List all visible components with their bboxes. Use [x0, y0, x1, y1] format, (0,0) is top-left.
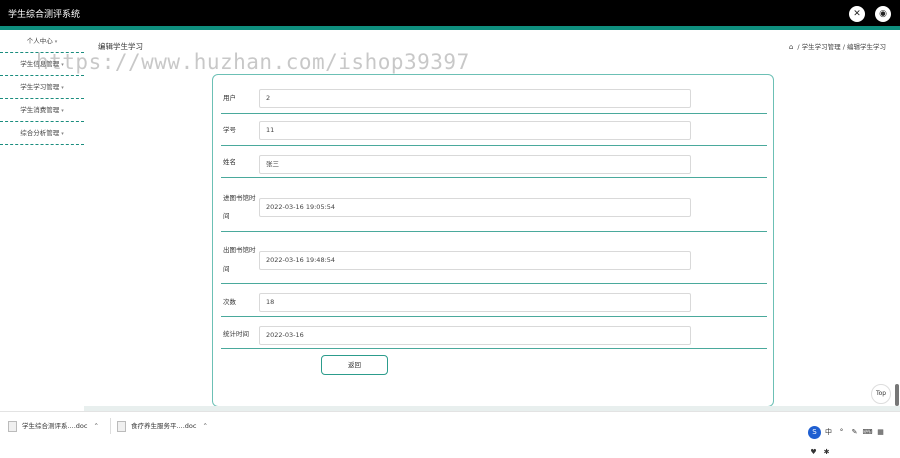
watermark-text: https://www.huzhan.com/ishop39397: [36, 50, 470, 74]
student-no-field[interactable]: 11: [259, 121, 691, 140]
field-label: 用户: [223, 94, 236, 102]
breadcrumb-item: 编辑学生学习: [847, 43, 886, 51]
sidebar-item-student-study[interactable]: 学生学习管理 ▾: [0, 76, 84, 99]
system-tray: S 中 ° ✎ ⌨ ▦ ♥ ✱: [808, 419, 900, 456]
breadcrumb-separator: /: [797, 43, 800, 51]
field-label: 间: [223, 265, 230, 273]
accent-bar: [0, 26, 900, 30]
form-row-name: 姓名 张三: [221, 146, 767, 178]
user-icon[interactable]: ◉: [875, 6, 891, 22]
chevron-up-icon[interactable]: ⌃: [202, 422, 207, 430]
count-field[interactable]: 18: [259, 293, 691, 312]
top-bar: 学生综合测评系统 ✕ ◉: [0, 0, 900, 26]
pen-icon[interactable]: ✎: [849, 427, 860, 438]
chevron-down-icon: ▾: [61, 131, 64, 137]
gear-icon[interactable]: ✱: [821, 447, 832, 458]
field-label: 进图书馆时: [223, 194, 256, 202]
sidebar-item-label: 综合分析管理: [20, 129, 60, 137]
app-title: 学生综合测评系统: [8, 10, 81, 20]
chevron-up-icon[interactable]: ⌃: [93, 422, 98, 430]
punctuation-icon[interactable]: °: [836, 427, 847, 438]
sidebar-item-analysis[interactable]: 综合分析管理 ▾: [0, 122, 84, 145]
download-item[interactable]: 学生综合测评系....doc ⌃: [8, 416, 99, 436]
sidebar: 个人中心 ▾ 学生信息管理 ▾ 学生学习管理 ▾ 学生消费管理 ▾ 综合分析管理 ▾: [0, 30, 84, 145]
download-name: 食疗养生服务平....doc: [131, 422, 197, 430]
stat-time-field[interactable]: 2022-03-16: [259, 326, 691, 345]
document-icon: [8, 420, 17, 432]
user-field[interactable]: 2: [259, 89, 691, 108]
chevron-down-icon: ▾: [61, 85, 64, 91]
sidebar-item-student-consumption[interactable]: 学生消费管理 ▾: [0, 99, 84, 122]
input-method-icon[interactable]: S: [808, 426, 821, 439]
sidebar-item-label: 个人中心: [26, 37, 53, 45]
scrollbar[interactable]: [895, 384, 899, 406]
form-row-student-no: 学号 11: [221, 114, 767, 146]
back-button[interactable]: 返回: [321, 355, 388, 375]
field-label: 间: [223, 212, 230, 220]
form-row-count: 次数 18: [221, 284, 767, 317]
chevron-down-icon: ▾: [61, 108, 64, 114]
shirt-icon[interactable]: ♥: [808, 447, 819, 458]
grid-icon[interactable]: ▦: [875, 427, 886, 438]
divider: [110, 418, 111, 434]
download-name: 学生综合测评系....doc: [22, 422, 88, 430]
download-bar: 学生综合测评系....doc ⌃ 食疗养生服务平....doc ⌃ S 中 ° ✎ ⌨ ▦ ♥ ✱: [0, 411, 900, 456]
field-label: 次数: [223, 298, 236, 306]
form-row-exit-time: 出图书馆时 间 2022-03-16 19:48:54: [221, 232, 767, 284]
field-label: 姓名: [223, 158, 236, 166]
sidebar-item-label: 学生消费管理: [20, 106, 60, 114]
edit-form: 用户 2 学号 11 姓名 张三 进图书馆时 间 2022-03-16 19:0…: [212, 74, 774, 407]
form-row-enter-time: 进图书馆时 间 2022-03-16 19:05:54: [221, 178, 767, 232]
field-label: 出图书馆时: [223, 246, 256, 254]
breadcrumb: ⌂ / 学生学习管理 / 编辑学生学习: [789, 41, 886, 51]
breadcrumb-separator: /: [842, 43, 845, 51]
sidebar-item-label: 学生学习管理: [20, 83, 60, 91]
tools-icon[interactable]: ✕: [849, 6, 865, 22]
home-icon[interactable]: ⌂: [789, 43, 793, 51]
keyboard-icon[interactable]: ⌨: [862, 427, 873, 438]
document-icon: [117, 420, 126, 432]
enter-time-field[interactable]: 2022-03-16 19:05:54: [259, 198, 691, 217]
download-item[interactable]: 食疗养生服务平....doc ⌃: [117, 416, 208, 436]
field-label: 学号: [223, 126, 236, 134]
back-to-top-button[interactable]: Top: [871, 384, 891, 404]
chevron-down-icon: ▾: [54, 39, 58, 45]
name-field[interactable]: 张三: [259, 155, 691, 174]
form-row-stat-time: 统计时间 2022-03-16: [221, 317, 767, 349]
breadcrumb-item[interactable]: 学生学习管理: [802, 43, 841, 51]
language-icon[interactable]: 中: [823, 427, 834, 438]
form-row-user: 用户 2: [221, 85, 767, 114]
exit-time-field[interactable]: 2022-03-16 19:48:54: [259, 251, 691, 270]
field-label: 统计时间: [223, 330, 249, 338]
